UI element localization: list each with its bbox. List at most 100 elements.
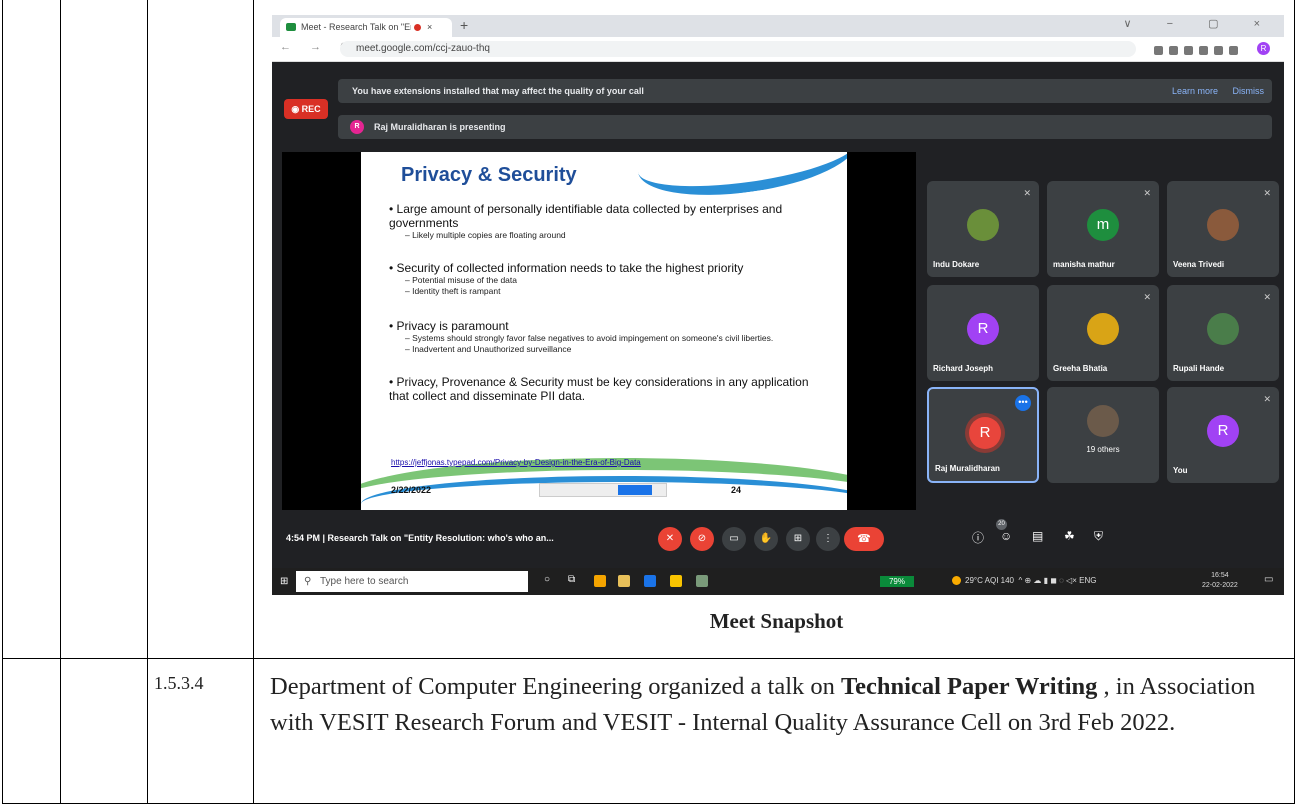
- windows-taskbar: ⊞ ⚲ Type here to search ○ ⧉ 79% 29°C AQI…: [272, 568, 1284, 595]
- banner-message: You have extensions installed that may a…: [352, 86, 644, 96]
- info-icon[interactable]: ⓘ: [972, 529, 984, 546]
- participant-name: Raj Muralidharan: [935, 464, 1000, 473]
- meeting-info: 4:54 PM | Research Talk on "Entity Resol…: [286, 533, 554, 543]
- avatar: [1087, 313, 1119, 345]
- mic-off-icon: ✕: [1263, 394, 1271, 404]
- table-cell: [147, 0, 254, 659]
- table-cell: [2, 658, 61, 804]
- slide-sub-bullet: – Identity theft is rampant: [405, 286, 501, 296]
- search-placeholder: Type here to search: [320, 576, 409, 587]
- raise-hand-button[interactable]: ✋: [754, 527, 778, 551]
- leave-call-button[interactable]: ☎: [844, 527, 884, 551]
- extension-icons[interactable]: [1154, 42, 1254, 55]
- weather-text: 29°C AQI 140: [965, 576, 1015, 585]
- search-icon: ⚲: [304, 576, 312, 587]
- slide-bullet: • Large amount of personally identifiabl…: [389, 202, 783, 230]
- slide-body: • Large amount of personally identifiabl…: [389, 202, 819, 403]
- snapshot-cell: Meet - Research Talk on "Ent × + ∨ − ▢ ×…: [253, 0, 1295, 659]
- window-controls[interactable]: ∨ − ▢ ×: [1124, 17, 1276, 30]
- table-cell: [60, 0, 148, 659]
- app-l-icon[interactable]: [644, 575, 656, 587]
- mic-toggle-button[interactable]: ✕: [658, 527, 682, 551]
- participant-tile[interactable]: ✕ Indu Dokare: [927, 181, 1039, 277]
- slide-date: 2/22/2022: [391, 485, 432, 495]
- mic-off-icon: ✕: [1143, 188, 1151, 198]
- slide-share-bar: [539, 483, 667, 497]
- participant-name: Richard Joseph: [933, 364, 994, 373]
- url-field[interactable]: meet.google.com/ccj-zauo-thq: [340, 41, 1136, 57]
- avatar: R: [1207, 415, 1239, 447]
- system-tray[interactable]: 29°C AQI 140 ^ ⊕ ☁ ▮ ◼ ◌ ◁× ENG: [952, 576, 1096, 586]
- windows-start-icon[interactable]: ⊞: [280, 576, 288, 587]
- browser-tab-bar: Meet - Research Talk on "Ent × + ∨ − ▢ ×: [272, 15, 1284, 37]
- presenting-bar: R Raj Muralidharan is presenting: [338, 115, 1272, 139]
- avatar: R: [967, 313, 999, 345]
- item-description: Department of Computer Engineering organ…: [253, 658, 1295, 804]
- slide-sub-bullet: – Inadvertent and Unauthorized surveilla…: [405, 344, 572, 354]
- extension-warning-banner: You have extensions installed that may a…: [338, 79, 1272, 103]
- present-button[interactable]: ⊞: [786, 527, 810, 551]
- table-cell: [2, 0, 61, 659]
- people-icon[interactable]: ☺: [1000, 529, 1012, 543]
- meet-control-bar: 4:54 PM | Research Talk on "Entity Resol…: [272, 515, 1284, 565]
- mic-off-icon: ✕: [1023, 188, 1031, 198]
- description-text: Department of Computer Engineering organ…: [270, 673, 842, 700]
- taskbar-clock[interactable]: 16:54 22-02-2022: [1202, 571, 1238, 591]
- others-count: 19 others: [1086, 445, 1120, 454]
- slide-sub-bullet: – Likely multiple copies are floating ar…: [405, 230, 566, 240]
- activities-icon[interactable]: ☘: [1064, 529, 1075, 543]
- more-options-icon[interactable]: •••: [1015, 395, 1031, 411]
- mic-off-icon: ✕: [1263, 292, 1271, 302]
- slide-title: Privacy & Security: [401, 164, 577, 186]
- new-tab-button[interactable]: +: [460, 17, 468, 33]
- browser-tab[interactable]: Meet - Research Talk on "Ent ×: [280, 18, 452, 37]
- participant-name: Rupali Hande: [1173, 364, 1225, 373]
- learn-more-link[interactable]: Learn more: [1172, 79, 1218, 103]
- slide-bullet: • Privacy is paramount: [389, 319, 509, 333]
- presenting-text: Raj Muralidharan is presenting: [374, 122, 506, 132]
- camera-toggle-button[interactable]: ⊘: [690, 527, 714, 551]
- participant-tile-self[interactable]: ✕ R You: [1167, 387, 1279, 483]
- slide-sub-bullet: – Potential misuse of the data: [405, 275, 517, 285]
- slide-page-number: 24: [731, 485, 742, 495]
- tab-title: Meet - Research Talk on "Ent: [301, 22, 411, 32]
- participant-tile-others[interactable]: 19 others: [1047, 387, 1159, 483]
- avatar: m: [1087, 209, 1119, 241]
- avatar: R: [969, 417, 1001, 449]
- participant-name: Indu Dokare: [933, 260, 980, 269]
- cortana-icon[interactable]: ○: [544, 574, 556, 586]
- participant-tile[interactable]: ✕ Greeha Bhatia: [1047, 285, 1159, 381]
- tab-close-icon[interactable]: ×: [427, 18, 432, 37]
- sticky-notes-icon[interactable]: [670, 575, 682, 587]
- presentation-area: Privacy & Security • Large amount of per…: [282, 152, 916, 510]
- chat-icon[interactable]: ▤: [1032, 529, 1043, 543]
- notifications-icon[interactable]: ▭: [1264, 574, 1273, 585]
- presentation-slide: Privacy & Security • Large amount of per…: [361, 152, 847, 510]
- avatar-group: [1087, 405, 1119, 437]
- slide-sub-bullet: – Systems should strongly favor false ne…: [405, 333, 774, 343]
- meet-favicon-icon: [286, 23, 296, 31]
- host-controls-icon[interactable]: ⛨: [1094, 529, 1103, 544]
- mic-off-icon: ✕: [1263, 188, 1271, 198]
- avatar: [1207, 313, 1239, 345]
- dismiss-button[interactable]: Dismiss: [1233, 79, 1265, 103]
- participant-tile[interactable]: ✕ m manisha mathur: [1047, 181, 1159, 277]
- participant-tile[interactable]: ✕ Rupali Hande: [1167, 285, 1279, 381]
- app-icon[interactable]: [696, 575, 708, 587]
- slide-bullet: • Security of collected information need…: [389, 261, 744, 275]
- clock-time: 16:54: [1211, 572, 1229, 579]
- chrome-icon[interactable]: [594, 575, 606, 587]
- participant-tile-active-speaker[interactable]: ••• R Raj Muralidharan: [927, 387, 1039, 483]
- participant-tile[interactable]: ✕ Veena Trivedi: [1167, 181, 1279, 277]
- file-explorer-icon[interactable]: [618, 575, 630, 587]
- item-number: 1.5.3.4: [147, 658, 254, 804]
- captions-button[interactable]: ▭: [722, 527, 746, 551]
- snapshot-caption: Meet Snapshot: [709, 609, 844, 633]
- participant-name: Veena Trivedi: [1173, 260, 1225, 269]
- participant-count-badge: 20: [996, 519, 1007, 530]
- profile-avatar[interactable]: R: [1257, 42, 1270, 55]
- participant-tile[interactable]: R Richard Joseph: [927, 285, 1039, 381]
- task-view-icon[interactable]: ⧉: [568, 574, 580, 586]
- more-options-button[interactable]: ⋮: [816, 527, 840, 551]
- taskbar-search[interactable]: ⚲ Type here to search: [296, 571, 528, 592]
